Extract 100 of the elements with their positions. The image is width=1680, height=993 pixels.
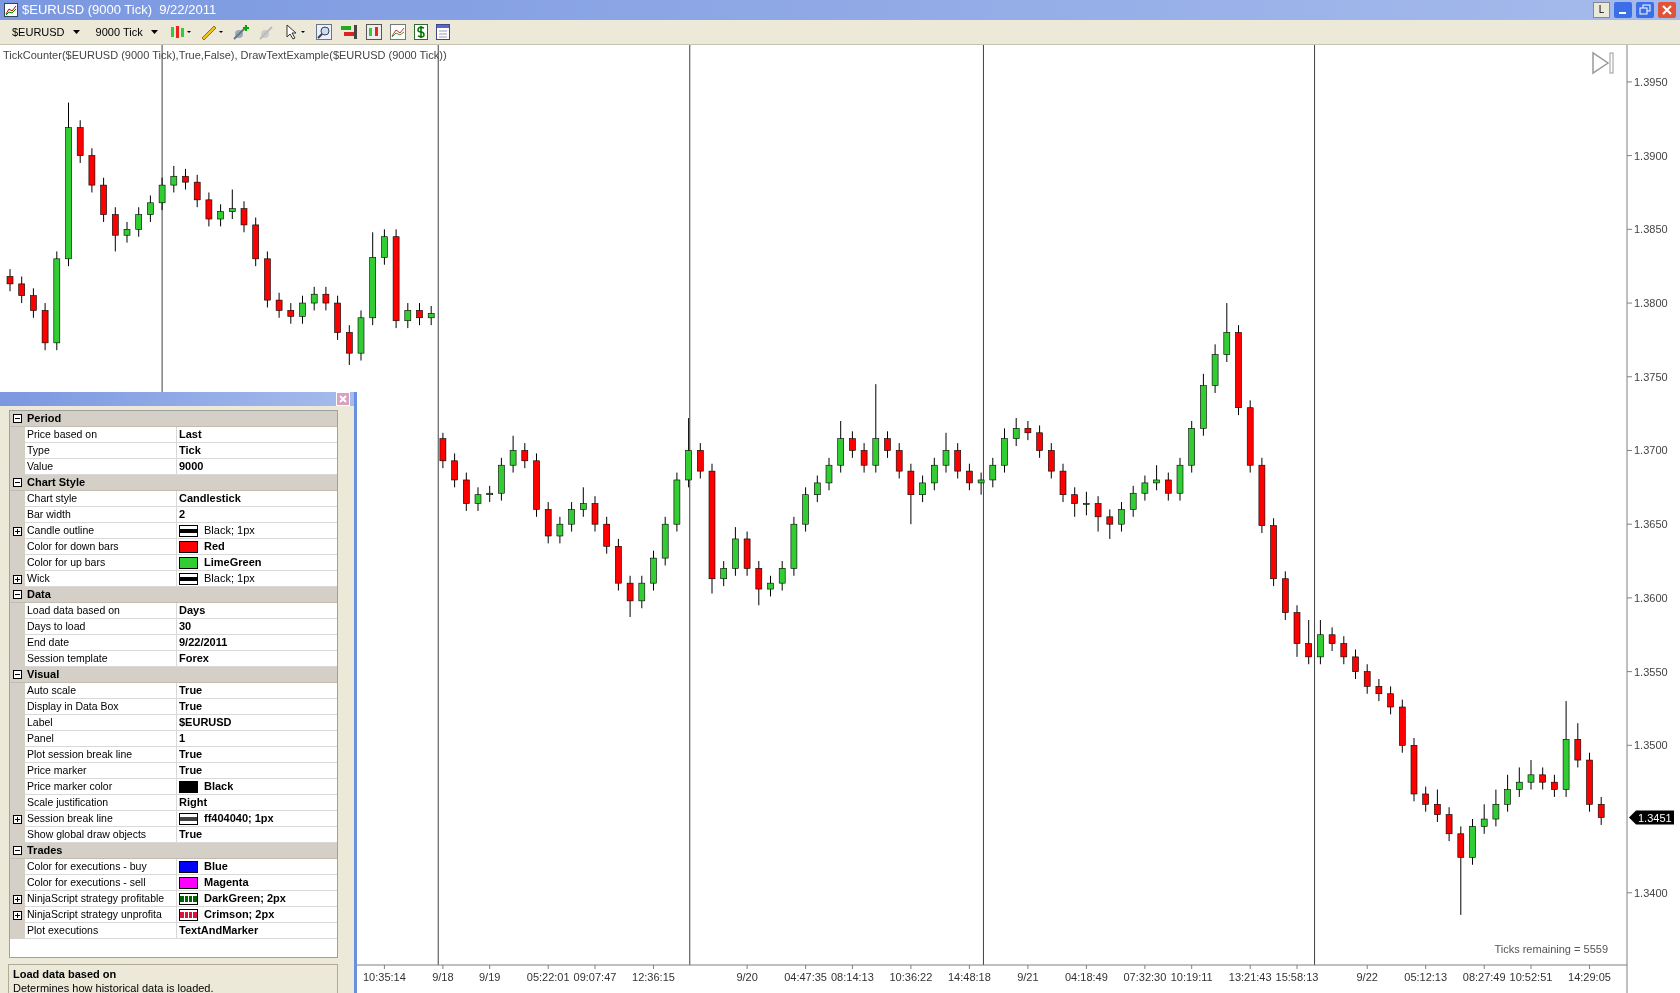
- value-cell[interactable]: ff404040; 1px: [177, 811, 337, 827]
- value-cell[interactable]: Days: [177, 603, 337, 619]
- property-name[interactable]: Color for up bars: [25, 555, 177, 571]
- zoom-icon[interactable]: [315, 24, 332, 40]
- property-name[interactable]: Auto scale: [25, 683, 177, 699]
- value-cell[interactable]: 2: [177, 507, 337, 523]
- candlestick: [427, 305, 435, 326]
- line-chart-icon[interactable]: [389, 24, 406, 40]
- candlestick: [1527, 759, 1535, 791]
- value-cell[interactable]: Magenta: [177, 875, 337, 891]
- collapse-icon[interactable]: [13, 846, 22, 855]
- value-cell[interactable]: TextAndMarker: [177, 923, 337, 939]
- property-name[interactable]: Display in Data Box: [25, 699, 177, 715]
- candlestick: [615, 538, 622, 592]
- time-label: 08:14:13: [831, 971, 874, 983]
- value-cell[interactable]: Blue: [177, 859, 337, 875]
- property-name[interactable]: Color for executions - buy: [25, 859, 177, 875]
- category-row[interactable]: Data: [10, 587, 337, 603]
- category-row[interactable]: Chart Style: [10, 475, 337, 491]
- period-dropdown[interactable]: 9000 Tick: [91, 23, 162, 41]
- value-cell[interactable]: 30: [177, 619, 337, 635]
- property-name[interactable]: NinjaScript strategy unprofita: [25, 907, 177, 923]
- candlestick: [1574, 722, 1582, 768]
- property-name[interactable]: Chart style: [25, 491, 177, 507]
- candlestick: [1387, 685, 1394, 715]
- property-name[interactable]: Days to load: [25, 619, 177, 635]
- value-cell[interactable]: $EURUSD: [177, 715, 337, 731]
- property-value: Last: [179, 427, 202, 442]
- property-name[interactable]: Panel: [25, 731, 177, 747]
- property-name[interactable]: Load data based on: [25, 603, 177, 619]
- property-value: 30: [179, 619, 192, 634]
- pencil-icon[interactable]: [199, 24, 224, 40]
- property-value: 9000: [179, 459, 204, 474]
- value-cell[interactable]: True: [177, 747, 337, 763]
- category-row[interactable]: Period: [10, 411, 337, 427]
- property-name[interactable]: Scale justification: [25, 795, 177, 811]
- property-name[interactable]: Plot executions: [25, 923, 177, 939]
- value-cell[interactable]: Red: [177, 539, 337, 555]
- property-name[interactable]: Price marker: [25, 763, 177, 779]
- property-name[interactable]: NinjaScript strategy profitable: [25, 891, 177, 907]
- time-label: 10:36:22: [889, 971, 933, 983]
- candlestick: [732, 526, 739, 577]
- collapse-icon[interactable]: [13, 414, 22, 423]
- candlestick: [931, 457, 938, 491]
- value-cell[interactable]: Candlestick: [177, 491, 337, 507]
- value-cell[interactable]: 1: [177, 731, 337, 747]
- value-cell[interactable]: Right: [177, 795, 337, 811]
- value-cell[interactable]: True: [177, 699, 337, 715]
- candlestick: [264, 250, 271, 308]
- time-label: 14:48:18: [948, 971, 991, 983]
- bar-type-icon[interactable]: [169, 24, 192, 40]
- value-cell[interactable]: True: [177, 763, 337, 779]
- value-cell[interactable]: Crimson; 2px: [177, 907, 337, 923]
- value-cell[interactable]: Black; 1px: [177, 523, 337, 539]
- pointer-icon[interactable]: [283, 24, 308, 40]
- collapse-icon[interactable]: [13, 670, 22, 679]
- value-cell[interactable]: True: [177, 683, 337, 699]
- data-box-icon[interactable]: [339, 24, 358, 40]
- value-cell[interactable]: Black: [177, 779, 337, 795]
- candlestick: [802, 486, 809, 533]
- property-name[interactable]: Color for executions - sell: [25, 875, 177, 891]
- properties-icon[interactable]: [435, 24, 450, 40]
- property-value: True: [179, 763, 203, 778]
- value-cell[interactable]: 9/22/2011: [177, 635, 337, 651]
- minimize-button[interactable]: [1614, 2, 1632, 18]
- collapse-icon[interactable]: [13, 478, 22, 487]
- instrument-dropdown[interactable]: $EURUSD: [8, 23, 84, 41]
- candlestick: [954, 442, 961, 479]
- candlestick: [334, 295, 341, 341]
- value-cell[interactable]: Last: [177, 427, 337, 443]
- value-cell[interactable]: DarkGreen; 2px: [177, 891, 337, 907]
- candlestick: [217, 203, 224, 227]
- chart-bars-icon[interactable]: [365, 24, 382, 40]
- property-name[interactable]: Price marker color: [25, 779, 177, 795]
- category-row[interactable]: Visual: [10, 667, 337, 683]
- property-name[interactable]: Label: [25, 715, 177, 731]
- property-name[interactable]: Price based on: [25, 427, 177, 443]
- candlestick: [451, 452, 458, 488]
- property-name[interactable]: Bar width: [25, 507, 177, 523]
- collapse-icon[interactable]: [13, 590, 22, 599]
- candlestick: [1118, 501, 1125, 533]
- category-row[interactable]: Trades: [10, 843, 337, 859]
- close-button[interactable]: [1658, 2, 1676, 18]
- property-name[interactable]: Plot session break line: [25, 747, 177, 763]
- price-label: 1.3750: [1634, 370, 1668, 383]
- candlestick: [357, 309, 365, 362]
- property-name[interactable]: Session break line: [25, 811, 177, 827]
- property-name[interactable]: Type: [25, 443, 177, 459]
- scroll-to-end-icon[interactable]: [1592, 51, 1614, 75]
- value-cell[interactable]: LimeGreen: [177, 555, 337, 571]
- dollar-icon[interactable]: [413, 24, 428, 40]
- value-cell[interactable]: Tick: [177, 443, 337, 459]
- property-name[interactable]: Color for down bars: [25, 539, 177, 555]
- restore-button[interactable]: [1636, 2, 1654, 18]
- lock-button[interactable]: L: [1593, 2, 1610, 18]
- add-indicator-icon[interactable]: [231, 24, 250, 40]
- property-name[interactable]: End date: [25, 635, 177, 651]
- candlestick: [18, 276, 25, 304]
- property-name[interactable]: Candle outline: [25, 523, 177, 539]
- property-value: LimeGreen: [204, 555, 262, 570]
